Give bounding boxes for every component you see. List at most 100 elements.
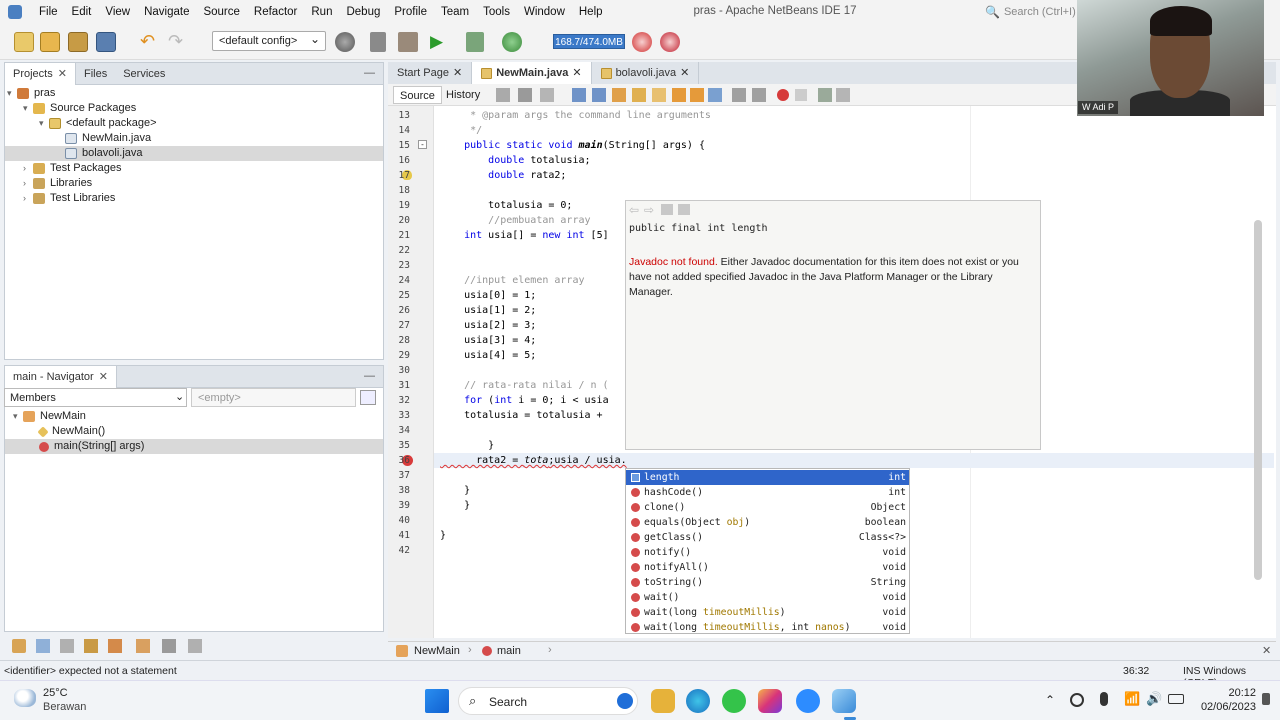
instagram-icon[interactable] (758, 689, 782, 713)
edge-browser-icon[interactable] (686, 689, 710, 713)
menu-help[interactable]: Help (572, 6, 610, 18)
code-line[interactable]: public static void main(String[] args) { (440, 138, 705, 153)
find-previous-icon[interactable] (592, 88, 606, 102)
toggle-rect-icon[interactable] (652, 88, 666, 102)
close-icon[interactable]: ✕ (572, 62, 581, 84)
open-project-icon[interactable] (68, 32, 88, 52)
tree-libraries[interactable]: › Libraries (23, 176, 401, 191)
code-line[interactable]: totalusia = 0; (440, 198, 572, 213)
netbeans-taskbar-icon[interactable] (832, 689, 856, 713)
menu-profile[interactable]: Profile (387, 6, 434, 18)
filter-nonpublic-icon[interactable] (60, 639, 74, 653)
toggle-bookmark-icon[interactable] (708, 88, 722, 102)
open-browser-icon[interactable] (678, 204, 690, 215)
source-tab[interactable]: Source (393, 86, 442, 104)
menu-team[interactable]: Team (434, 6, 476, 18)
code-line[interactable]: // rata-rata nilai / n ( (440, 378, 609, 393)
code-line[interactable]: } (440, 483, 470, 498)
sync-icon[interactable] (1070, 693, 1084, 707)
filter-fields-icon[interactable] (12, 639, 26, 653)
back-icon[interactable] (518, 88, 532, 102)
weather-temp[interactable]: 25°C (43, 687, 68, 699)
menu-tools[interactable]: Tools (476, 6, 517, 18)
menu-edit[interactable]: Edit (65, 6, 99, 18)
find-next-icon[interactable] (612, 88, 626, 102)
code-line[interactable]: //pembuatan array (440, 213, 590, 228)
nav-constructor[interactable]: NewMain() (37, 424, 417, 439)
undo-icon[interactable]: ↶ (140, 32, 160, 52)
filter-inherited-icon[interactable] (84, 639, 98, 653)
taskbar-search[interactable]: ⌕ Search (458, 687, 638, 715)
start-macro-icon[interactable] (777, 89, 789, 101)
toggle-highlight-icon[interactable] (632, 88, 646, 102)
new-project-icon[interactable] (40, 32, 60, 52)
goto-source-icon[interactable] (661, 204, 673, 215)
completion-item[interactable]: toString() String (626, 575, 909, 590)
code-line[interactable]: int usia[] = new int [5] (440, 228, 609, 243)
menu-refactor[interactable]: Refactor (247, 6, 304, 18)
code-line[interactable]: * @param args the command line arguments (440, 108, 711, 123)
breadcrumb-method[interactable]: main (497, 645, 521, 657)
clock-time[interactable]: 20:12 (1210, 687, 1256, 699)
forward-arrow-icon[interactable]: ⇨ (644, 204, 656, 216)
tab-bolavoli-java[interactable]: bolavoli.java ✕ (592, 62, 700, 84)
history-tab[interactable]: History (440, 86, 486, 104)
profile-icon[interactable] (502, 32, 522, 52)
members-select[interactable]: Members (4, 388, 187, 407)
wifi-icon[interactable]: 📶 (1124, 691, 1140, 707)
uncomment-icon[interactable] (836, 88, 850, 102)
code-line[interactable]: usia[3] = 4; (440, 333, 536, 348)
whatsapp-icon[interactable] (722, 689, 746, 713)
profiler-snapshot-icon[interactable] (660, 32, 680, 52)
close-icon[interactable]: ✕ (99, 371, 108, 383)
code-line[interactable]: usia[0] = 1; (440, 288, 536, 303)
completion-item[interactable]: clone() Object (626, 500, 909, 515)
menu-run[interactable]: Run (304, 6, 339, 18)
filter-icon[interactable] (360, 390, 376, 405)
next-bookmark-icon[interactable] (690, 88, 704, 102)
tab-newmain-java[interactable]: NewMain.java ✕ (472, 62, 592, 84)
tree-default-package[interactable]: ▾ <default package> (39, 116, 417, 131)
tree-test-libraries[interactable]: › Test Libraries (23, 191, 401, 206)
tab-navigator[interactable]: main - Navigator ✕ (5, 365, 117, 388)
find-icon[interactable] (572, 88, 586, 102)
menu-debug[interactable]: Debug (339, 6, 387, 18)
completion-item[interactable]: length int (626, 470, 909, 485)
zoom-icon[interactable] (796, 689, 820, 713)
completion-item[interactable]: wait(long timeoutMillis) void (626, 605, 909, 620)
breadcrumb-class[interactable]: NewMain (414, 645, 460, 657)
build-hammer-icon[interactable] (370, 32, 386, 52)
clock-date[interactable]: 02/06/2023 (1192, 701, 1256, 713)
last-edit-icon[interactable] (496, 88, 510, 102)
completion-item[interactable]: notifyAll() void (626, 560, 909, 575)
close-icon[interactable]: ✕ (453, 62, 462, 84)
clean-build-icon[interactable] (398, 32, 418, 52)
tree-file-bolavoli[interactable]: bolavoli.java (5, 146, 383, 161)
completion-item[interactable]: wait(long timeoutMillis, int nanos) void (626, 620, 909, 635)
code-line[interactable]: } (440, 528, 446, 543)
minimize-icon[interactable]: — (364, 370, 375, 382)
comment-icon[interactable] (818, 88, 832, 102)
redo-icon[interactable]: ↷ (168, 32, 188, 52)
code-line[interactable]: double rata2; (440, 168, 566, 183)
code-line[interactable]: } (440, 498, 470, 513)
gc-icon[interactable] (632, 32, 652, 52)
memory-indicator[interactable]: 168.7/474.0MB (553, 34, 625, 49)
code-completion-popup[interactable]: length int hashCode() int clone() Object equal… (625, 468, 910, 634)
filter-inner-icon[interactable] (108, 639, 122, 653)
globe-icon[interactable] (335, 32, 355, 52)
code-line[interactable]: double totalusia; (440, 153, 590, 168)
tree-source-packages[interactable]: ▾ Source Packages (23, 101, 401, 116)
prev-bookmark-icon[interactable] (672, 88, 686, 102)
nav-class-newmain[interactable]: ▾ NewMain (13, 409, 391, 424)
code-line[interactable]: */ (440, 123, 482, 138)
tab-start-page[interactable]: Start Page ✕ (388, 62, 473, 84)
filter-static-icon[interactable] (36, 639, 50, 653)
new-file-icon[interactable] (14, 32, 34, 52)
editor-scrollbar[interactable] (1254, 220, 1262, 580)
menu-source[interactable]: Source (196, 6, 246, 18)
chevron-up-icon[interactable]: ⌃ (1045, 693, 1055, 707)
save-all-icon[interactable] (96, 32, 116, 52)
minimize-icon[interactable]: — (364, 67, 375, 79)
sort-name-icon[interactable] (162, 639, 176, 653)
